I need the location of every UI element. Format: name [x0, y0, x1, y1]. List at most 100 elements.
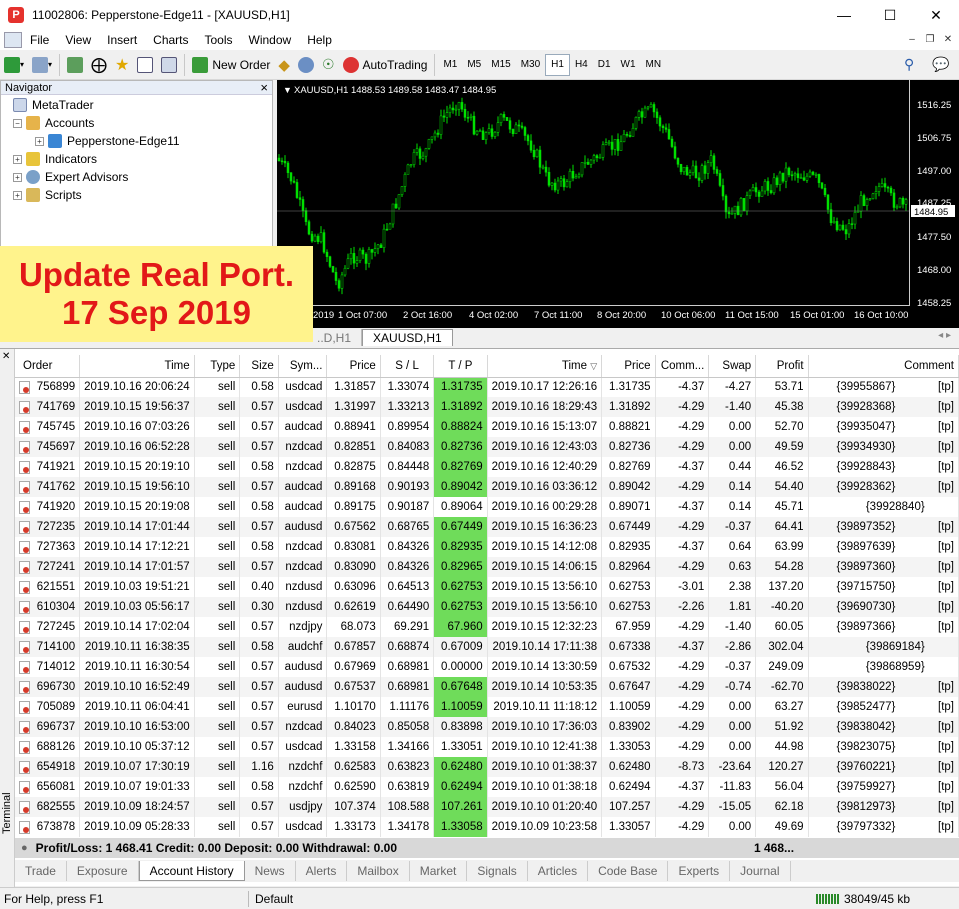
expand-icon[interactable]: + [35, 136, 44, 146]
col-close-price[interactable]: Price [601, 355, 656, 378]
table-row[interactable]: 610304 2019.10.03 05:56:17 sell 0.30 nzdusd 0… [15, 597, 959, 617]
col-sl[interactable]: S / L [380, 355, 435, 378]
terminal-tab-account-history[interactable]: Account History [138, 861, 245, 881]
menu-tools[interactable]: Tools [197, 33, 241, 47]
collapse-icon[interactable]: − [13, 118, 22, 128]
menu-help[interactable]: Help [299, 33, 340, 47]
tester-button[interactable] [158, 54, 180, 76]
col-swap[interactable]: Swap [708, 355, 757, 378]
tf-m1[interactable]: M1 [438, 54, 462, 76]
table-row[interactable]: 621551 2019.10.03 19:51:21 sell 0.40 nzdusd 0… [15, 577, 959, 597]
table-row[interactable]: 756899 2019.10.16 20:06:24 sell 0.58 usdcad 1… [15, 377, 959, 397]
table-row[interactable]: 714100 2019.10.11 16:38:35 sell 0.58 audchf 0… [15, 637, 959, 657]
profiles-button[interactable]: ▾ [29, 54, 55, 76]
col-commission[interactable]: Comm... [655, 355, 710, 378]
col-price[interactable]: Price [326, 355, 381, 378]
terminal-tab-market[interactable]: Market [410, 861, 468, 881]
users-button[interactable] [295, 54, 317, 76]
expand-icon[interactable]: + [13, 172, 22, 182]
nav-scripts[interactable]: + Scripts [13, 188, 82, 202]
table-row[interactable]: 741921 2019.10.15 20:19:10 sell 0.58 nzdcad 0… [15, 457, 959, 477]
meta-editor-button[interactable]: ◆ [275, 54, 293, 76]
child-restore-icon[interactable]: ❐ [923, 32, 937, 46]
terminal-tab-code-base[interactable]: Code Base [588, 861, 669, 881]
table-row[interactable]: 727241 2019.10.14 17:01:57 sell 0.57 nzdcad 0… [15, 557, 959, 577]
table-row[interactable]: 741920 2019.10.15 20:19:08 sell 0.58 audcad 0… [15, 497, 959, 517]
close-icon[interactable]: ✕ [913, 0, 959, 30]
terminal-tab-alerts[interactable]: Alerts [296, 861, 348, 881]
col-type[interactable]: Type [194, 355, 241, 378]
table-row[interactable]: 727245 2019.10.14 17:02:04 sell 0.57 nzdjpy 6… [15, 617, 959, 637]
maximize-icon[interactable]: ☐ [867, 0, 913, 30]
terminal-tab-journal[interactable]: Journal [730, 861, 791, 881]
nav-expert-advisors[interactable]: + Expert Advisors [13, 170, 128, 184]
data-window-button[interactable]: ⨁ [88, 54, 110, 76]
new-chart-button[interactable]: ▾ [1, 54, 27, 76]
navigator-close-icon[interactable]: × [260, 80, 272, 95]
chart-tab-xauusd[interactable]: XAUUSD,H1 [362, 329, 453, 346]
col-size[interactable]: Size [239, 355, 279, 378]
child-minimize-icon[interactable]: – [905, 32, 919, 46]
tf-m30[interactable]: M30 [516, 54, 545, 76]
expand-icon[interactable]: + [13, 190, 22, 200]
table-row[interactable]: 745697 2019.10.16 06:52:28 sell 0.57 nzdcad 0… [15, 437, 959, 457]
table-row[interactable]: 654918 2019.10.07 17:30:19 sell 1.16 nzdchf 0… [15, 757, 959, 777]
col-close-time[interactable]: Time ▽ [487, 355, 603, 378]
col-order[interactable]: Order [15, 355, 81, 378]
col-symbol[interactable]: Sym... [278, 355, 328, 378]
menu-window[interactable]: Window [241, 33, 300, 47]
table-row[interactable]: 673878 2019.10.09 05:28:33 sell 0.57 usdcad 1… [15, 817, 959, 837]
tf-m15[interactable]: M15 [486, 54, 515, 76]
expand-icon[interactable]: + [13, 154, 22, 164]
col-time[interactable]: Time [79, 355, 195, 378]
table-row[interactable]: 741762 2019.10.15 19:56:10 sell 0.57 audcad 0… [15, 477, 959, 497]
search-button[interactable]: ⚲ [901, 54, 917, 76]
tf-h1[interactable]: H1 [545, 53, 570, 76]
table-row[interactable]: 705089 2019.10.11 06:04:41 sell 0.57 eurusd 1… [15, 697, 959, 717]
menu-view[interactable]: View [57, 33, 99, 47]
table-row[interactable]: 714012 2019.10.11 16:30:54 sell 0.57 audusd 0… [15, 657, 959, 677]
signals-button[interactable]: ☉ [319, 54, 338, 76]
col-tp[interactable]: T / P [433, 355, 488, 378]
col-profit[interactable]: Profit [755, 355, 809, 378]
terminal-tab-news[interactable]: News [245, 861, 296, 881]
price-chart[interactable]: ▼ XAUUSD,H1 1488.53 1489.58 1483.47 1484… [277, 80, 959, 328]
navigator-button[interactable]: ★ [112, 54, 132, 76]
terminal-tab-trade[interactable]: Trade [15, 861, 67, 881]
table-row[interactable]: 727363 2019.10.14 17:12:21 sell 0.58 nzdcad 0… [15, 537, 959, 557]
table-row[interactable]: 656081 2019.10.07 19:01:33 sell 0.58 nzdchf 0… [15, 777, 959, 797]
new-order-button[interactable]: New Order [189, 54, 273, 76]
market-watch-button[interactable] [64, 54, 86, 76]
nav-metatrader[interactable]: MetaTrader [13, 98, 94, 112]
terminal-close-icon[interactable]: ✕ [2, 351, 10, 362]
nav-indicators[interactable]: + Indicators [13, 152, 97, 166]
table-row[interactable]: 688126 2019.10.10 05:37:12 sell 0.57 usdcad 1… [15, 737, 959, 757]
terminal-button[interactable] [134, 54, 156, 76]
chart-tab-scroll-arrows[interactable]: ◂ ▸ [938, 330, 951, 341]
autotrading-button[interactable]: AutoTrading [340, 54, 431, 76]
terminal-tab-signals[interactable]: Signals [467, 861, 528, 881]
terminal-tab-mailbox[interactable]: Mailbox [347, 861, 410, 881]
nav-accounts[interactable]: − Accounts [13, 116, 94, 130]
chart-canvas[interactable]: ▼ XAUUSD,H1 1488.53 1489.58 1483.47 1484… [277, 80, 959, 328]
table-row[interactable]: 741769 2019.10.15 19:56:37 sell 0.57 usdcad 1… [15, 397, 959, 417]
minimize-icon[interactable]: — [821, 0, 867, 30]
chat-button[interactable]: 💬 [929, 54, 952, 76]
menu-file[interactable]: File [22, 33, 57, 47]
table-row[interactable]: 696737 2019.10.10 16:53:00 sell 0.57 nzdcad 0… [15, 717, 959, 737]
table-row[interactable]: 696730 2019.10.10 16:52:49 sell 0.57 audusd 0… [15, 677, 959, 697]
nav-account-pepperstone[interactable]: + Pepperstone-Edge11 [35, 134, 180, 148]
child-close-icon[interactable]: ✕ [941, 32, 955, 46]
tf-w1[interactable]: W1 [616, 54, 641, 76]
menu-insert[interactable]: Insert [99, 33, 145, 47]
tf-mn[interactable]: MN [641, 54, 667, 76]
table-row[interactable]: 727235 2019.10.14 17:01:44 sell 0.57 audusd 0… [15, 517, 959, 537]
tf-h4[interactable]: H4 [570, 54, 593, 76]
tf-m5[interactable]: M5 [462, 54, 486, 76]
terminal-tab-exposure[interactable]: Exposure [67, 861, 139, 881]
col-comment[interactable]: Comment [808, 355, 959, 378]
menu-charts[interactable]: Charts [145, 33, 196, 47]
tf-d1[interactable]: D1 [593, 54, 616, 76]
terminal-tab-articles[interactable]: Articles [528, 861, 589, 881]
terminal-tab-experts[interactable]: Experts [668, 861, 731, 881]
